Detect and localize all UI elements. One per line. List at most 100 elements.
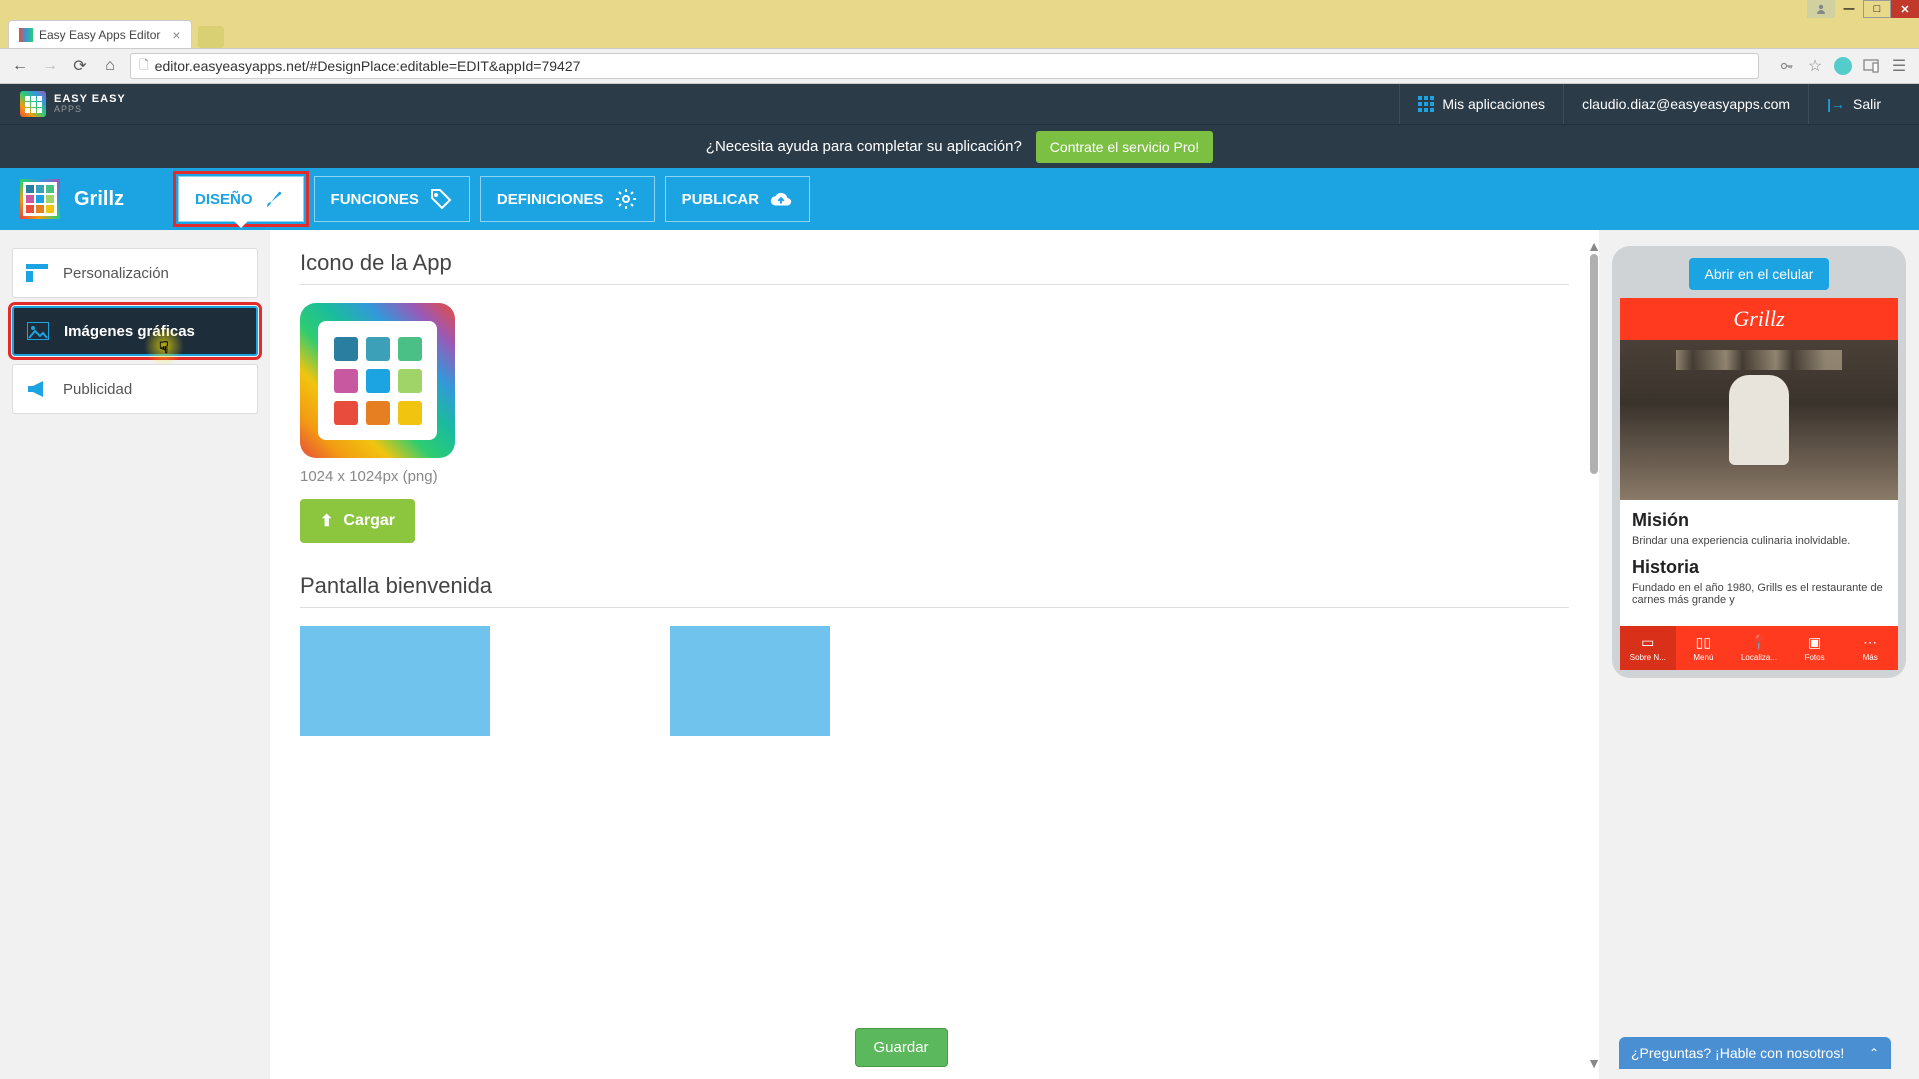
icon-dimensions-text: 1024 x 1024px (png) [300, 468, 1569, 485]
tab-definitions-label: DEFINICIONES [497, 191, 604, 208]
tab-publish-label: PUBLICAR [682, 191, 760, 208]
user-email-link[interactable]: claudio.diaz@easyeasyapps.com [1563, 84, 1808, 124]
main-content: Icono de la App 1024 x 1024px (png) ⬆ Ca… [270, 230, 1599, 1079]
maximize-button[interactable]: □ [1863, 0, 1891, 18]
divider [300, 607, 1569, 608]
app-icon-preview [300, 303, 455, 458]
page-icon: 🗋 [139, 56, 149, 77]
tab-strip: Easy Easy Apps Editor × [0, 18, 1919, 48]
menu-icon[interactable]: ☰ [1889, 56, 1909, 76]
browser-chrome: — □ ✕ Easy Easy Apps Editor × ← → ⟳ ⌂ 🗋 … [0, 0, 1919, 84]
upload-arrow-icon: ⬆ [320, 511, 333, 531]
sidebar-item-graphics[interactable]: Imágenes gráficas ☟ [12, 306, 258, 356]
phone-frame: Abrir en el celular Grillz Misión Brinda… [1612, 246, 1906, 678]
minimize-button[interactable]: — [1835, 0, 1863, 18]
scroll-up-icon[interactable]: ▲ [1587, 238, 1599, 254]
scroll-down-icon[interactable]: ▼ [1587, 1055, 1599, 1071]
tab-close-icon[interactable]: × [172, 27, 180, 43]
phone-screen: Grillz Misión Brindar una experiencia cu… [1620, 298, 1898, 670]
tags-icon [429, 187, 453, 211]
user-email-text: claudio.diaz@easyeasyapps.com [1582, 96, 1790, 112]
back-button[interactable]: ← [10, 56, 30, 76]
my-apps-link[interactable]: Mis aplicaciones [1399, 84, 1563, 124]
phone-nav-about[interactable]: ▭Sobre N... [1620, 626, 1676, 670]
close-window-button[interactable]: ✕ [1891, 0, 1919, 18]
window-controls: — □ ✕ [0, 0, 1919, 18]
phone-app-header: Grillz [1620, 298, 1898, 340]
tab-design-label: DISEÑO [195, 191, 253, 208]
phone-nav-photos[interactable]: ▣Fotos [1787, 626, 1843, 670]
menu-book-icon: ▯▯ [1696, 634, 1711, 651]
help-question: ¿Necesita ayuda para completar su aplica… [706, 138, 1022, 155]
app-logo[interactable]: EASY EASYAPPS [20, 91, 126, 117]
more-dots-icon: ⋯ [1863, 634, 1877, 651]
open-in-phone-button[interactable]: Abrir en el celular [1689, 258, 1830, 290]
phone-preview-panel: Abrir en el celular Grillz Misión Brinda… [1599, 230, 1919, 1079]
pro-service-button[interactable]: Contrate el servicio Pro! [1036, 131, 1213, 163]
photos-icon: ▣ [1808, 634, 1821, 651]
home-button[interactable]: ⌂ [100, 56, 120, 76]
tab-title: Easy Easy Apps Editor [39, 28, 160, 42]
chrome-user-button[interactable] [1807, 0, 1835, 18]
tab-definitions[interactable]: DEFINICIONES [480, 176, 655, 222]
bookmark-star-icon[interactable]: ☆ [1805, 56, 1825, 76]
upload-button[interactable]: ⬆ Cargar [300, 499, 415, 543]
phone-history-text: Fundado en el año 1980, Grills es el res… [1632, 582, 1886, 606]
browser-tab[interactable]: Easy Easy Apps Editor × [8, 20, 192, 48]
current-app-icon [20, 179, 60, 219]
tab-functions[interactable]: FUNCIONES [314, 176, 470, 222]
sidebar: Personalización Imágenes gráficas ☟ Publ… [0, 230, 270, 1079]
my-apps-label: Mis aplicaciones [1442, 96, 1545, 112]
sidebar-item-personalization[interactable]: Personalización [12, 248, 258, 298]
splash-preview-2[interactable] [670, 626, 830, 736]
extension-icon[interactable] [1833, 56, 1853, 76]
new-tab-button[interactable] [198, 26, 224, 48]
phone-nav-location[interactable]: 📍Localiza... [1731, 626, 1787, 670]
sidebar-item-advertising[interactable]: Publicidad [12, 364, 258, 414]
topbar: EASY EASYAPPS Mis aplicaciones claudio.d… [0, 84, 1919, 124]
scroll-thumb[interactable] [1590, 254, 1598, 474]
chevron-up-icon: ⌃ [1869, 1046, 1879, 1060]
section-title-splash: Pantalla bienvenida [300, 573, 1569, 599]
url-text: editor.easyeasyapps.net/#DesignPlace:edi… [155, 58, 581, 74]
phone-mission-heading: Misión [1632, 510, 1886, 531]
gear-icon [614, 187, 638, 211]
splash-preview-1[interactable] [300, 626, 490, 736]
device-icon[interactable] [1861, 56, 1881, 76]
sidebar-label-personalization: Personalización [63, 265, 169, 282]
section-title-icon: Icono de la App [300, 250, 1569, 276]
tab-functions-label: FUNCIONES [331, 191, 419, 208]
phone-mission-text: Brindar una experiencia culinaria inolvi… [1632, 535, 1886, 547]
phone-nav-menu[interactable]: ▯▯Menú [1676, 626, 1732, 670]
app-container: EASY EASYAPPS Mis aplicaciones claudio.d… [0, 84, 1919, 1079]
tab-publish[interactable]: PUBLICAR [665, 176, 811, 222]
logout-icon: |→ [1827, 96, 1845, 112]
layout-icon [25, 263, 49, 283]
chat-widget[interactable]: ¿Preguntas? ¡Hable con nosotros! ⌃ [1619, 1037, 1891, 1069]
apps-grid-icon [1418, 96, 1434, 112]
chat-widget-text: ¿Preguntas? ¡Hable con nosotros! [1631, 1045, 1844, 1061]
phone-nav-more[interactable]: ⋯Más [1842, 626, 1898, 670]
forward-button[interactable]: → [40, 56, 60, 76]
tab-design[interactable]: DISEÑO [178, 176, 304, 222]
phone-hero-image [1620, 340, 1898, 500]
phone-bottom-nav: ▭Sobre N... ▯▯Menú 📍Localiza... ▣Fotos ⋯… [1620, 626, 1898, 670]
reload-button[interactable]: ⟳ [70, 56, 90, 76]
save-button[interactable]: Guardar [855, 1028, 948, 1067]
main-nav-bar: Grillz DISEÑO FUNCIONES DEFINICIONES PUB… [0, 168, 1919, 230]
location-pin-icon: 📍 [1750, 634, 1767, 651]
cloud-upload-icon [769, 187, 793, 211]
url-input[interactable]: 🗋 editor.easyeasyapps.net/#DesignPlace:e… [130, 53, 1759, 79]
sidebar-label-advertising: Publicidad [63, 381, 132, 398]
logo-icon [20, 91, 46, 117]
main-tabs: DISEÑO FUNCIONES DEFINICIONES PUBLICAR [178, 176, 810, 222]
logout-link[interactable]: |→ Salir [1808, 84, 1899, 124]
divider [300, 284, 1569, 285]
workspace: Personalización Imágenes gráficas ☟ Publ… [0, 230, 1919, 1079]
logo-text-2: APPS [54, 105, 126, 114]
tab-favicon [19, 28, 33, 42]
upload-label: Cargar [343, 512, 395, 530]
key-icon[interactable] [1777, 56, 1797, 76]
content-scrollbar[interactable]: ▲ ▼ [1589, 238, 1599, 1071]
cursor-pointer-icon: ☟ [159, 338, 169, 358]
